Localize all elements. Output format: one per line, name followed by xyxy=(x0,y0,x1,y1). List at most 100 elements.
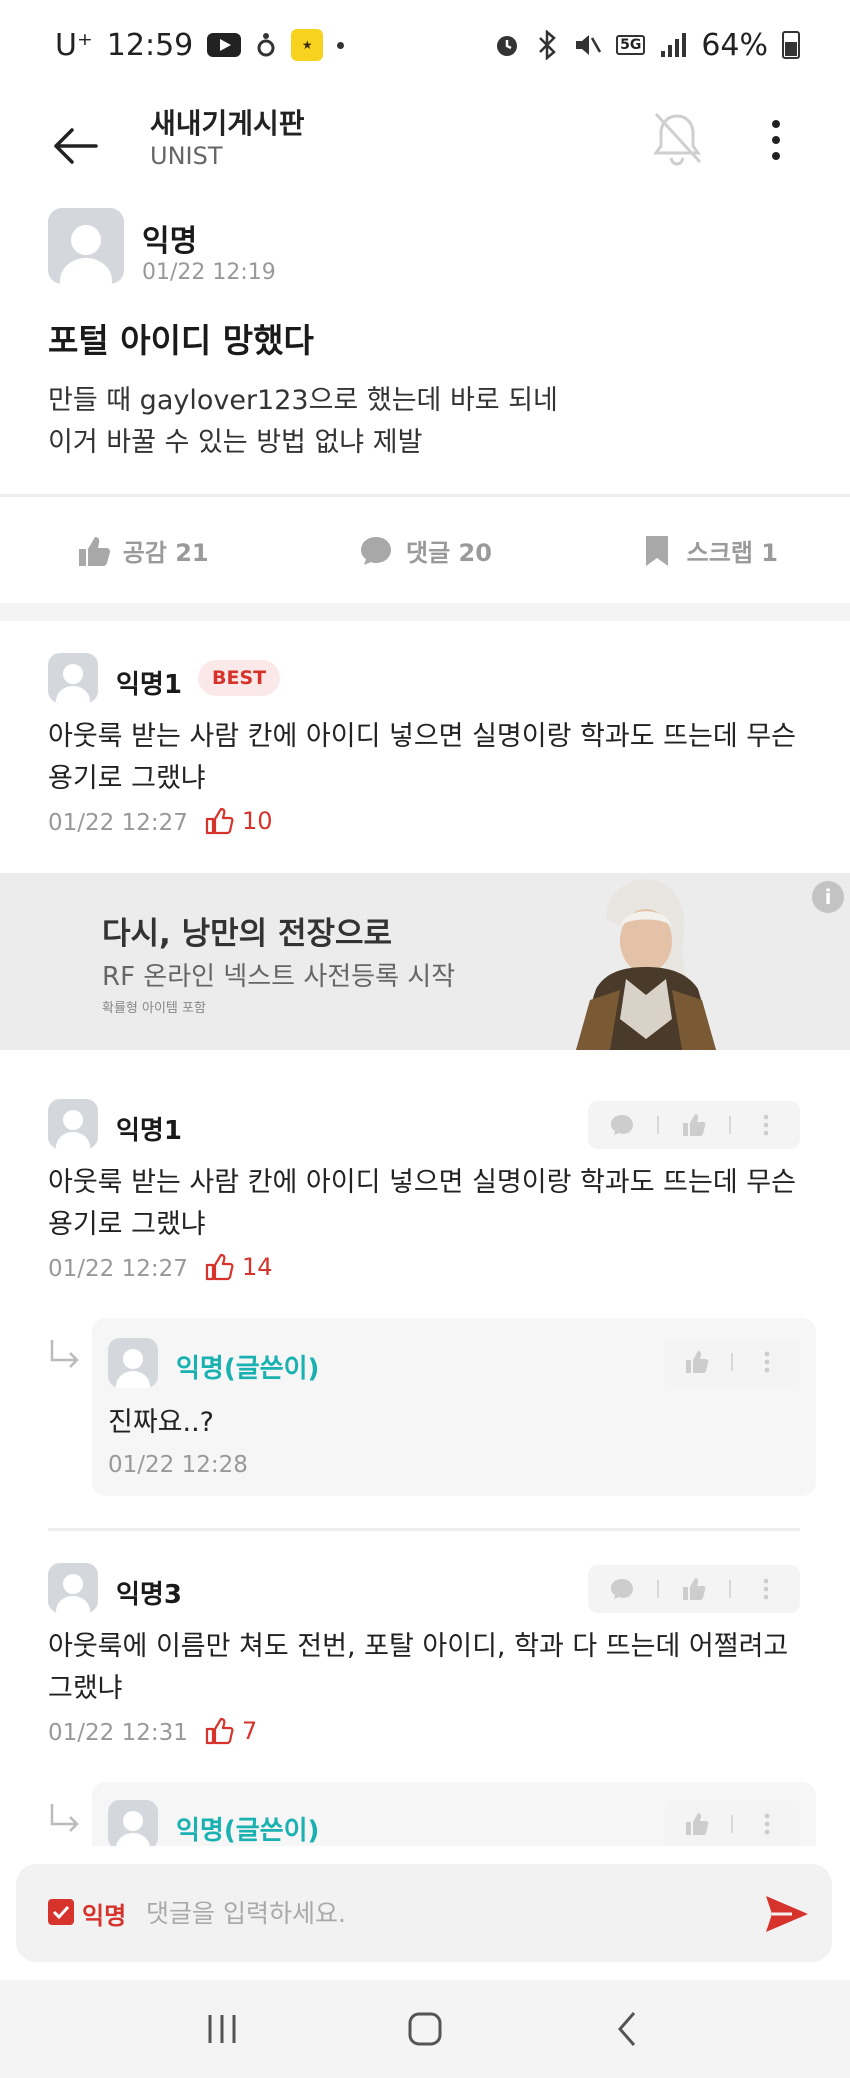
recents-button[interactable] xyxy=(192,1999,252,2059)
send-button[interactable] xyxy=(760,1888,812,1940)
thumbs-up-icon xyxy=(683,1114,706,1136)
post-body-line: 이거 바꿀 수 있는 방법 없냐 제발 xyxy=(48,427,423,458)
scrap-count-label: 스크랩 1 xyxy=(686,539,778,567)
bluetooth-icon xyxy=(539,30,556,60)
comment-bubble-icon xyxy=(611,1579,633,1599)
reply-toolbar xyxy=(664,1800,800,1846)
reply-arrow-icon xyxy=(50,1804,79,1832)
battery-icon xyxy=(782,31,800,59)
signal-icon xyxy=(661,33,687,57)
comment-like-count: 14 xyxy=(204,1252,273,1282)
reply-more-button[interactable] xyxy=(754,1811,780,1837)
more-notifications-dot-icon xyxy=(337,41,345,49)
back-button[interactable] xyxy=(48,118,104,174)
thumbs-up-outline-icon xyxy=(205,807,234,835)
thumbs-up-icon xyxy=(686,1351,709,1373)
comment-body: 아웃룩에 이름만 쳐도 전번, 포탈 아이디, 학과 다 뜨는데 어쩔려고 그랬… xyxy=(48,1626,808,1710)
reply-button[interactable] xyxy=(609,1576,635,1602)
toolbar-divider xyxy=(730,1815,733,1833)
alarm-icon xyxy=(497,36,518,56)
home-button[interactable] xyxy=(395,1999,455,2059)
back-arrow-icon xyxy=(54,128,98,164)
reply-avatar xyxy=(108,1800,158,1846)
status-left: U⁺ 12:59 ★ xyxy=(55,27,345,63)
scrap-button[interactable]: 스크랩 1 xyxy=(567,498,850,603)
thumbs-up-outline-icon xyxy=(205,1253,234,1281)
post-title: 포털 아이디 망했다 xyxy=(48,321,314,360)
ad-info-icon[interactable]: i xyxy=(812,881,844,913)
comment-body-line: 아웃룩 받는 사람 칸에 아이디 넣으면 실명이랑 학과도 뜨는데 무슨 xyxy=(48,721,796,752)
comment-author: 익명1 xyxy=(116,670,182,700)
post-body: 만들 때 gaylover123으로 했는데 바로 되네 이거 바꿀 수 있는 … xyxy=(48,380,558,464)
comment-input[interactable] xyxy=(146,1888,726,1938)
comment-separator xyxy=(48,1528,800,1531)
toolbar-divider xyxy=(730,1353,733,1371)
ad-banner[interactable]: 다시, 낭만의 전장으로 RF 온라인 넥스트 사전등록 시작 확률형 아이템 … xyxy=(0,873,850,1050)
comment-body-line: 그랬냐 xyxy=(48,1673,123,1704)
like-count: 14 xyxy=(242,1253,273,1281)
thumbs-up-icon xyxy=(683,1578,706,1600)
reply-box: 익명(글쓴이) 진짜요..? 01/22 12:28 xyxy=(92,1318,816,1496)
comment-body-line: 용기로 그랬냐 xyxy=(48,1209,206,1240)
notification-toggle-button[interactable] xyxy=(648,108,706,170)
comment-bubble-icon xyxy=(361,536,392,565)
comment-body: 아웃룩 받는 사람 칸에 아이디 넣으면 실명이랑 학과도 뜨는데 무슨 용기로… xyxy=(48,716,808,800)
like-count: 10 xyxy=(242,807,273,835)
anonymous-label[interactable]: 익명 xyxy=(82,1896,126,1931)
carrier-label: U⁺ xyxy=(55,27,93,63)
reply-like-button[interactable] xyxy=(684,1349,710,1375)
reply-arrow-icon xyxy=(50,1340,79,1368)
comment-avatar xyxy=(48,653,98,703)
reply-author: 익명(글쓴이) xyxy=(176,1816,320,1846)
thumbs-up-icon xyxy=(686,1813,709,1835)
mute-icon xyxy=(576,35,602,55)
comment-body-line: 용기로 그랬냐 xyxy=(48,763,206,794)
comment-button[interactable]: 댓글 20 xyxy=(283,498,566,603)
back-nav-icon xyxy=(618,2012,636,2046)
like-button[interactable]: 공감 21 xyxy=(0,498,283,603)
comment-body-line: 아웃룩 받는 사람 칸에 아이디 넣으면 실명이랑 학과도 뜨는데 무슨 xyxy=(48,1167,796,1198)
home-icon xyxy=(408,2012,442,2046)
comment-time: 01/22 12:31 xyxy=(48,1720,188,1746)
reply-box: 익명(글쓴이) xyxy=(92,1782,816,1846)
thumbs-up-outline-icon xyxy=(205,1717,234,1745)
toolbar-divider xyxy=(729,1116,731,1134)
comment-input-bar: 익명 xyxy=(16,1864,832,1962)
reply-body: 진짜요..? xyxy=(108,1407,215,1438)
status-time: 12:59 xyxy=(106,27,194,63)
comment-author: 익명1 xyxy=(116,1116,182,1146)
reply-more-button[interactable] xyxy=(754,1349,780,1375)
best-badge: BEST xyxy=(198,660,281,696)
comment-time: 01/22 12:27 xyxy=(48,1256,188,1282)
toolbar-divider xyxy=(657,1116,659,1134)
comment-author: 익명3 xyxy=(116,1580,182,1610)
comment-more-button[interactable] xyxy=(753,1112,779,1138)
bookmark-icon xyxy=(645,535,668,566)
reply-author: 익명(글쓴이) xyxy=(176,1354,320,1384)
comment-body-line: 아웃룩에 이름만 쳐도 전번, 포탈 아이디, 학과 다 뜨는데 어쩔려고 xyxy=(48,1631,789,1662)
kakao-icon: ★ xyxy=(291,29,324,61)
send-icon xyxy=(766,1896,808,1932)
reply-toolbar xyxy=(664,1338,800,1386)
reply-button[interactable] xyxy=(609,1112,635,1138)
reply-like-button[interactable] xyxy=(684,1811,710,1837)
comment-count-label: 댓글 20 xyxy=(406,539,492,567)
status-bar: U⁺ 12:59 ★ 5G 64% xyxy=(0,0,850,90)
comment-avatar xyxy=(48,1563,98,1613)
more-vertical-icon xyxy=(763,1578,769,1600)
comment-toolbar xyxy=(588,1565,800,1613)
comment-like-button[interactable] xyxy=(681,1112,707,1138)
system-nav-bar xyxy=(0,1980,850,2078)
comment-more-button[interactable] xyxy=(753,1576,779,1602)
like-count: 7 xyxy=(242,1717,258,1745)
anonymous-checkbox[interactable] xyxy=(48,1899,74,1925)
reply-avatar xyxy=(108,1338,158,1388)
comment-body: 아웃룩 받는 사람 칸에 아이디 넣으면 실명이랑 학과도 뜨는데 무슨 용기로… xyxy=(48,1162,808,1246)
battery-percent: 64% xyxy=(701,27,768,63)
more-vertical-icon xyxy=(764,1813,770,1835)
system-back-button[interactable] xyxy=(598,1999,658,2059)
comment-avatar xyxy=(48,1099,98,1149)
more-options-button[interactable] xyxy=(756,114,796,166)
comment-like-button[interactable] xyxy=(681,1576,707,1602)
network-badge: 5G xyxy=(616,35,646,55)
